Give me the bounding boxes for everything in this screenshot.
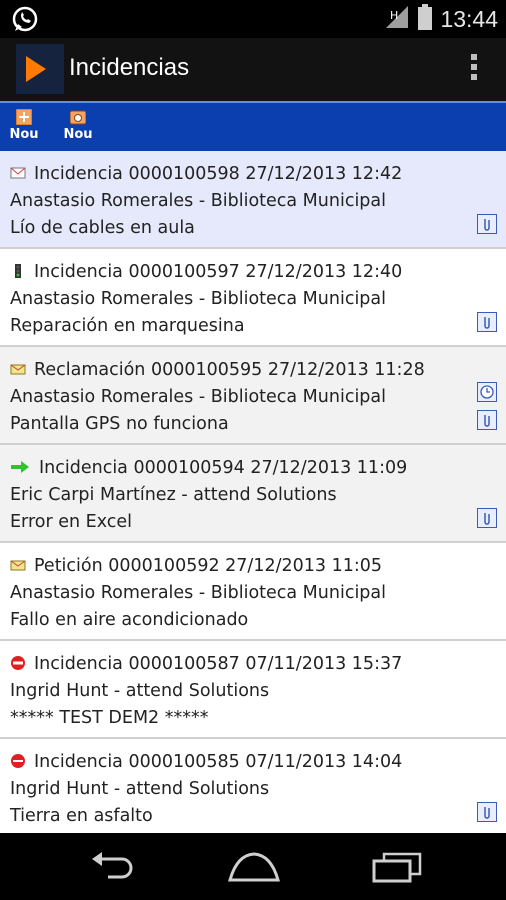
- toolbar: Nou Nou: [0, 101, 506, 153]
- list-item[interactable]: Reclamación 0000100595 27/12/2013 11:28 …: [0, 347, 506, 445]
- list-item[interactable]: Incidencia 0000100597 27/12/2013 12:40 A…: [0, 249, 506, 347]
- app-logo-icon[interactable]: [16, 44, 64, 94]
- new-photo-button[interactable]: Nou: [58, 106, 98, 150]
- clock-icon[interactable]: [477, 382, 497, 402]
- action-bar: Incidencias: [0, 38, 506, 101]
- recent-apps-icon[interactable]: [370, 851, 424, 883]
- item-header: Incidencia 0000100585 07/11/2013 14:04: [34, 752, 403, 772]
- attachment-icon[interactable]: [477, 802, 497, 822]
- item-header: Reclamación 0000100595 27/12/2013 11:28: [34, 360, 425, 380]
- list-item[interactable]: Incidencia 0000100587 07/11/2013 15:37 I…: [0, 641, 506, 739]
- item-subject: ***** TEST DEM2 *****: [10, 708, 209, 728]
- item-subject: Pantalla GPS no funciona: [10, 414, 229, 434]
- whatsapp-icon: [10, 4, 40, 34]
- item-requester: Ingrid Hunt - attend Solutions: [10, 779, 270, 799]
- toolbar-button-label: Nou: [9, 127, 39, 142]
- item-requester: Anastasio Romerales - Biblioteca Municip…: [10, 583, 387, 603]
- incident-list: Incidencia 0000100598 27/12/2013 12:42 A…: [0, 151, 506, 833]
- arrow-right-icon: [11, 461, 29, 473]
- svg-text:H: H: [390, 9, 398, 22]
- item-header: Incidencia 0000100597 27/12/2013 12:40: [34, 262, 403, 282]
- item-subject: Lío de cables en aula: [10, 218, 195, 238]
- attachment-icon[interactable]: [477, 508, 497, 528]
- home-icon[interactable]: [227, 851, 281, 883]
- item-subject: Fallo en aire acondicionado: [10, 610, 249, 630]
- signal-icon: H: [384, 4, 410, 34]
- list-item[interactable]: Incidencia 0000100585 07/11/2013 14:04 I…: [0, 739, 506, 833]
- no-entry-icon: [11, 656, 25, 670]
- item-requester: Anastasio Romerales - Biblioteca Municip…: [10, 387, 387, 407]
- envelope-icon: [10, 167, 26, 179]
- item-requester: Ingrid Hunt - attend Solutions: [10, 681, 270, 701]
- navigation-bar: [0, 833, 506, 900]
- item-header: Incidencia 0000100598 27/12/2013 12:42: [34, 164, 403, 184]
- overflow-menu-icon[interactable]: [467, 54, 481, 86]
- item-subject: Error en Excel: [10, 512, 132, 532]
- item-header: Incidencia 0000100587 07/11/2013 15:37: [34, 654, 403, 674]
- back-icon[interactable]: [88, 851, 138, 883]
- item-requester: Anastasio Romerales - Biblioteca Municip…: [10, 191, 387, 211]
- toolbar-button-label: Nou: [63, 127, 93, 142]
- list-item[interactable]: Incidencia 0000100594 27/12/2013 11:09 E…: [0, 445, 506, 543]
- item-subject: Tierra en asfalto: [10, 806, 153, 826]
- item-subject: Reparación en marquesina: [10, 316, 245, 336]
- envelope-open-icon: [10, 560, 26, 571]
- attachment-icon[interactable]: [477, 312, 497, 332]
- camera-icon: [70, 110, 86, 125]
- envelope-open-icon: [10, 364, 26, 375]
- attachment-icon[interactable]: [477, 410, 497, 430]
- new-incident-button[interactable]: Nou: [4, 106, 44, 150]
- battery-icon: [418, 4, 433, 34]
- list-item[interactable]: Petición 0000100592 27/12/2013 11:05 Ana…: [0, 543, 506, 641]
- list-item[interactable]: Incidencia 0000100598 27/12/2013 12:42 A…: [0, 151, 506, 249]
- traffic-light-icon: [15, 264, 21, 278]
- item-header: Petición 0000100592 27/12/2013 11:05: [34, 556, 383, 576]
- stop-icon: [11, 754, 25, 768]
- add-icon: [16, 109, 32, 125]
- item-requester: Eric Carpi Martínez - attend Solutions: [10, 485, 337, 505]
- clock-time: 13:44: [440, 5, 498, 32]
- item-requester: Anastasio Romerales - Biblioteca Municip…: [10, 289, 387, 309]
- page-title: Incidencias: [69, 54, 190, 81]
- attachment-icon[interactable]: [477, 214, 497, 234]
- item-header: Incidencia 0000100594 27/12/2013 11:09: [39, 458, 408, 478]
- status-bar: H 13:44: [0, 0, 506, 38]
